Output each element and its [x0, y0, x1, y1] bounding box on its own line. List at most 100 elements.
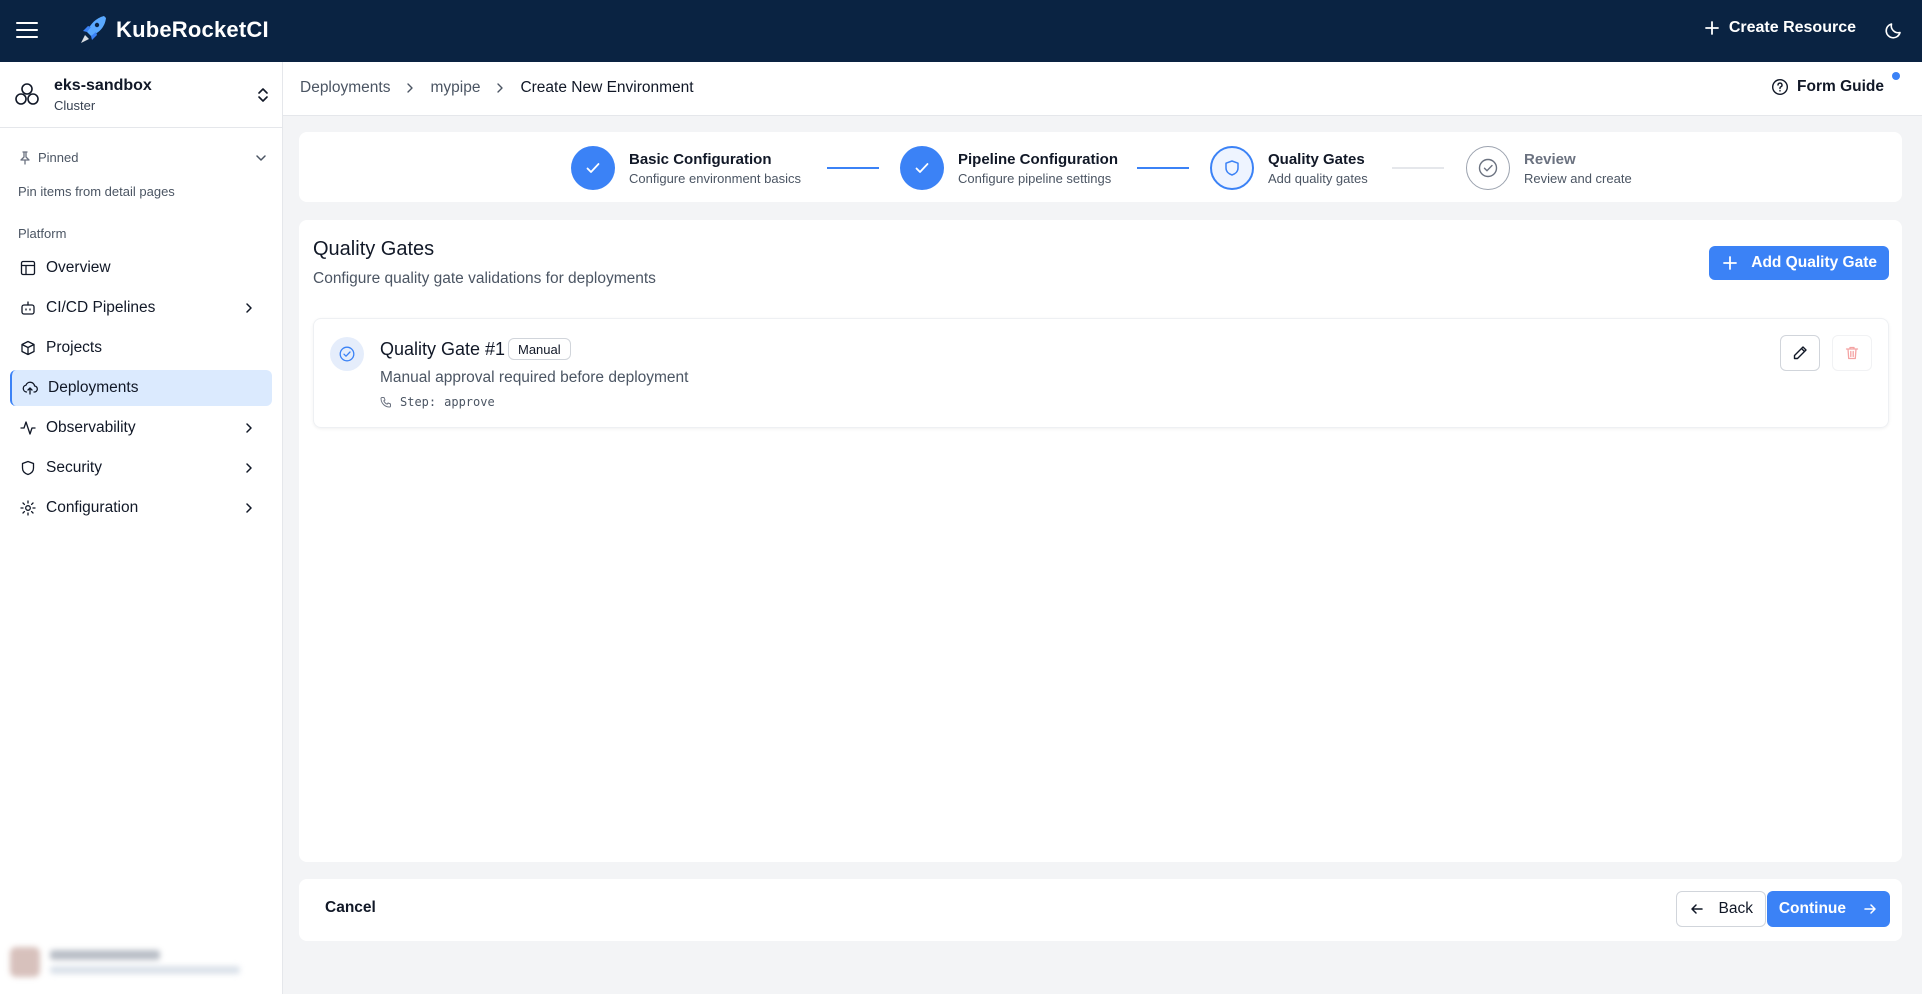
chevron-right-icon [246, 423, 252, 433]
cluster-icon [15, 82, 39, 105]
shield-icon [1210, 146, 1254, 190]
chevron-right-icon [404, 82, 416, 94]
continue-label: Continue [1778, 900, 1846, 917]
form-guide-label: Form Guide [1797, 78, 1884, 95]
add-quality-gate-label: Add Quality Gate [1751, 254, 1877, 271]
sidebar-item-projects[interactable]: Projects [10, 330, 272, 366]
pinned-section-header[interactable]: Pinned [18, 150, 268, 165]
sidebar-item-configuration[interactable]: Configuration [10, 490, 272, 526]
create-resource-button[interactable]: Create Resource [1704, 19, 1856, 37]
cancel-button[interactable]: Cancel [325, 899, 376, 917]
layout-icon [20, 260, 36, 276]
quality-gate-type-badge: Manual [508, 338, 571, 360]
back-label: Back [1718, 900, 1753, 917]
page-title: Quality Gates [313, 238, 435, 260]
box-icon [20, 340, 36, 356]
sidebar-item-label: Configuration [46, 499, 139, 516]
sidebar-item-label: Security [46, 459, 102, 476]
step-subtitle: Configure environment basics [629, 170, 801, 186]
plus-icon [1723, 256, 1738, 270]
step-connector [1137, 167, 1189, 169]
cluster-switcher[interactable]: eks-sandbox Cluster [0, 62, 282, 128]
sidebar-item-observability[interactable]: Observability [10, 410, 272, 446]
step-quality-gates[interactable]: Quality Gates Add quality gates [1210, 146, 1368, 190]
rocket-logo-icon [81, 16, 106, 43]
arrow-left-icon [1690, 904, 1703, 914]
quality-gate-step: Step: approve [380, 395, 495, 409]
sidebar-item-overview[interactable]: Overview [10, 250, 272, 286]
sidebar-item-deployments[interactable]: Deployments [10, 370, 272, 406]
pinned-label: Pinned [38, 150, 79, 165]
quality-gate-step-value: approve [444, 395, 495, 409]
user-menu[interactable] [10, 940, 272, 984]
breadcrumb-current: Create New Environment [520, 79, 694, 96]
cluster-type: Cluster [54, 97, 96, 113]
step-pipeline-configuration[interactable]: Pipeline Configuration Configure pipelin… [900, 146, 1118, 190]
quality-gate-description: Manual approval required before deployme… [380, 369, 689, 386]
cloud-upload-icon [22, 380, 38, 396]
sidebar-item-security[interactable]: Security [10, 450, 272, 486]
step-subtitle: Add quality gates [1268, 170, 1368, 186]
arrow-right-icon [1864, 904, 1876, 914]
form-guide-button[interactable]: Form Guide [1771, 78, 1884, 96]
chevron-right-icon [246, 463, 252, 473]
chevrons-up-down-icon [258, 88, 268, 102]
circle-check-icon [330, 337, 364, 371]
sidebar-item-label: Deployments [48, 379, 139, 396]
step-connector [827, 167, 879, 169]
step-title: Quality Gates [1268, 150, 1365, 168]
step-review[interactable]: Review Review and create [1466, 146, 1632, 190]
breadcrumb: Deployments mypipe Create New Environmen… [300, 79, 694, 97]
page-subtitle: Configure quality gate validations for d… [313, 270, 656, 287]
gear-icon [20, 500, 36, 516]
quality-gate-item: Quality Gate #1 Manual Manual approval r… [313, 318, 1889, 428]
create-resource-label: Create Resource [1728, 19, 1856, 36]
sidebar-item-label: Projects [46, 339, 102, 356]
breadcrumb-link-deployments[interactable]: Deployments [300, 79, 390, 97]
step-title: Pipeline Configuration [958, 150, 1118, 168]
step-basic-configuration[interactable]: Basic Configuration Configure environmen… [571, 146, 801, 190]
phone-icon [380, 397, 391, 408]
help-circle-icon [1772, 78, 1789, 96]
quality-gate-step-label: Step: [400, 395, 437, 409]
sidebar-item-label: CI/CD Pipelines [46, 299, 156, 316]
breadcrumb-bar: Deployments mypipe Create New Environmen… [283, 62, 1922, 116]
step-subtitle: Review and create [1524, 170, 1632, 186]
brand[interactable]: KubeRocketCI [78, 14, 269, 46]
back-button[interactable]: Back [1675, 891, 1766, 927]
menu-icon[interactable] [16, 19, 38, 41]
pencil-icon [1793, 346, 1807, 360]
brand-name: KubeRocketCI [116, 17, 269, 42]
stepper: Basic Configuration Configure environmen… [299, 132, 1902, 202]
chevron-right-icon [246, 303, 252, 313]
avatar [10, 947, 40, 977]
edit-quality-gate-button[interactable] [1780, 335, 1820, 371]
step-subtitle: Configure pipeline settings [958, 170, 1112, 186]
chevron-down-icon[interactable] [254, 151, 268, 165]
check-icon [571, 146, 615, 190]
user-email-redacted [50, 966, 240, 974]
sidebar-item-label: Overview [46, 259, 111, 276]
breadcrumb-link-pipeline[interactable]: mypipe [430, 79, 480, 97]
step-connector [1392, 167, 1444, 169]
bot-icon [20, 300, 36, 316]
top-app-bar: KubeRocketCI Create Resource [0, 0, 1922, 62]
pinned-hint: Pin items from detail pages [18, 184, 175, 199]
step-title: Basic Configuration [629, 150, 772, 168]
chevron-right-icon [246, 503, 252, 513]
continue-button[interactable]: Continue [1766, 891, 1890, 927]
chevron-right-icon [494, 82, 506, 94]
pin-icon [20, 150, 30, 165]
notification-dot [1892, 72, 1900, 80]
delete-quality-gate-button[interactable] [1832, 335, 1872, 371]
check-icon [900, 146, 944, 190]
cluster-name: eks-sandbox [54, 76, 152, 94]
sidebar-nav: Overview CI/CD Pipelines Projects Deploy… [10, 250, 272, 530]
shield-icon [20, 460, 36, 476]
form-footer: Cancel Back Continue [299, 879, 1902, 941]
sidebar-item-cicd-pipelines[interactable]: CI/CD Pipelines [10, 290, 272, 326]
add-quality-gate-button[interactable]: Add Quality Gate [1709, 246, 1889, 280]
moon-icon[interactable] [1884, 20, 1904, 45]
quality-gates-card: Quality Gates Configure quality gate val… [299, 220, 1902, 862]
user-name-redacted [50, 950, 160, 960]
